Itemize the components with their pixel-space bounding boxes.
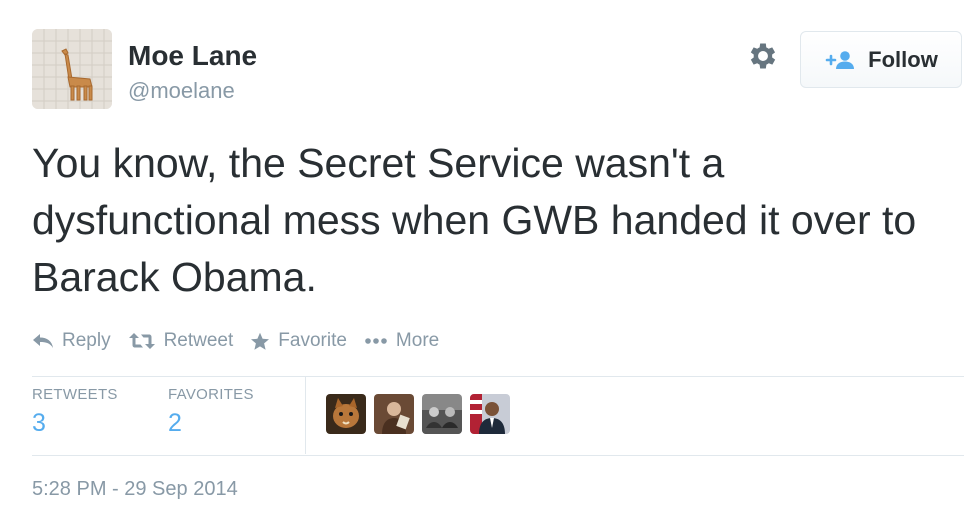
retweet-button[interactable]: Retweet — [128, 330, 234, 352]
follow-button[interactable]: Follow — [800, 31, 962, 88]
retweets-label: RETWEETS — [32, 386, 118, 403]
giraffe-drawing-image — [32, 29, 112, 109]
favorites-count: 2 — [168, 409, 182, 437]
favoriter-avatars — [326, 394, 510, 434]
author-avatar[interactable] — [32, 29, 112, 109]
follow-user-icon — [825, 50, 855, 69]
more-label: More — [395, 330, 440, 351]
retweet-icon — [128, 333, 155, 349]
reply-icon — [33, 334, 53, 348]
favoriter-avatar[interactable] — [470, 394, 510, 434]
divider-top — [32, 376, 964, 377]
tweet-text: You know, the Secret Service wasn't a dy… — [32, 140, 917, 300]
favorites-label: FAVORITES — [168, 386, 254, 403]
divider-bottom — [32, 455, 964, 456]
favorite-label: Favorite — [278, 330, 347, 351]
retweets-stat[interactable]: RETWEETS 3 — [32, 386, 118, 438]
tweet-timestamp[interactable]: 5:28 PM - 29 Sep 2014 — [32, 478, 238, 501]
more-button[interactable]: More — [364, 330, 439, 352]
gear-icon[interactable] — [746, 39, 780, 73]
retweet-label: Retweet — [163, 330, 234, 351]
tweet-actions: Reply Retweet Favorite More — [32, 330, 456, 352]
author-handle[interactable]: @moelane — [128, 78, 235, 104]
favoriter-avatar[interactable] — [374, 394, 414, 434]
favorites-stat[interactable]: FAVORITES 2 — [168, 386, 254, 438]
favoriter-avatar[interactable] — [422, 394, 462, 434]
reply-label: Reply — [62, 330, 111, 351]
retweets-count: 3 — [32, 409, 46, 437]
more-icon — [365, 338, 387, 344]
stats-divider — [305, 377, 306, 454]
follow-label: Follow — [868, 46, 938, 72]
reply-button[interactable]: Reply — [32, 330, 111, 352]
favoriter-avatar[interactable] — [326, 394, 366, 434]
star-icon — [251, 332, 270, 350]
author-name[interactable]: Moe Lane — [128, 40, 257, 72]
favorite-button[interactable]: Favorite — [250, 330, 347, 352]
